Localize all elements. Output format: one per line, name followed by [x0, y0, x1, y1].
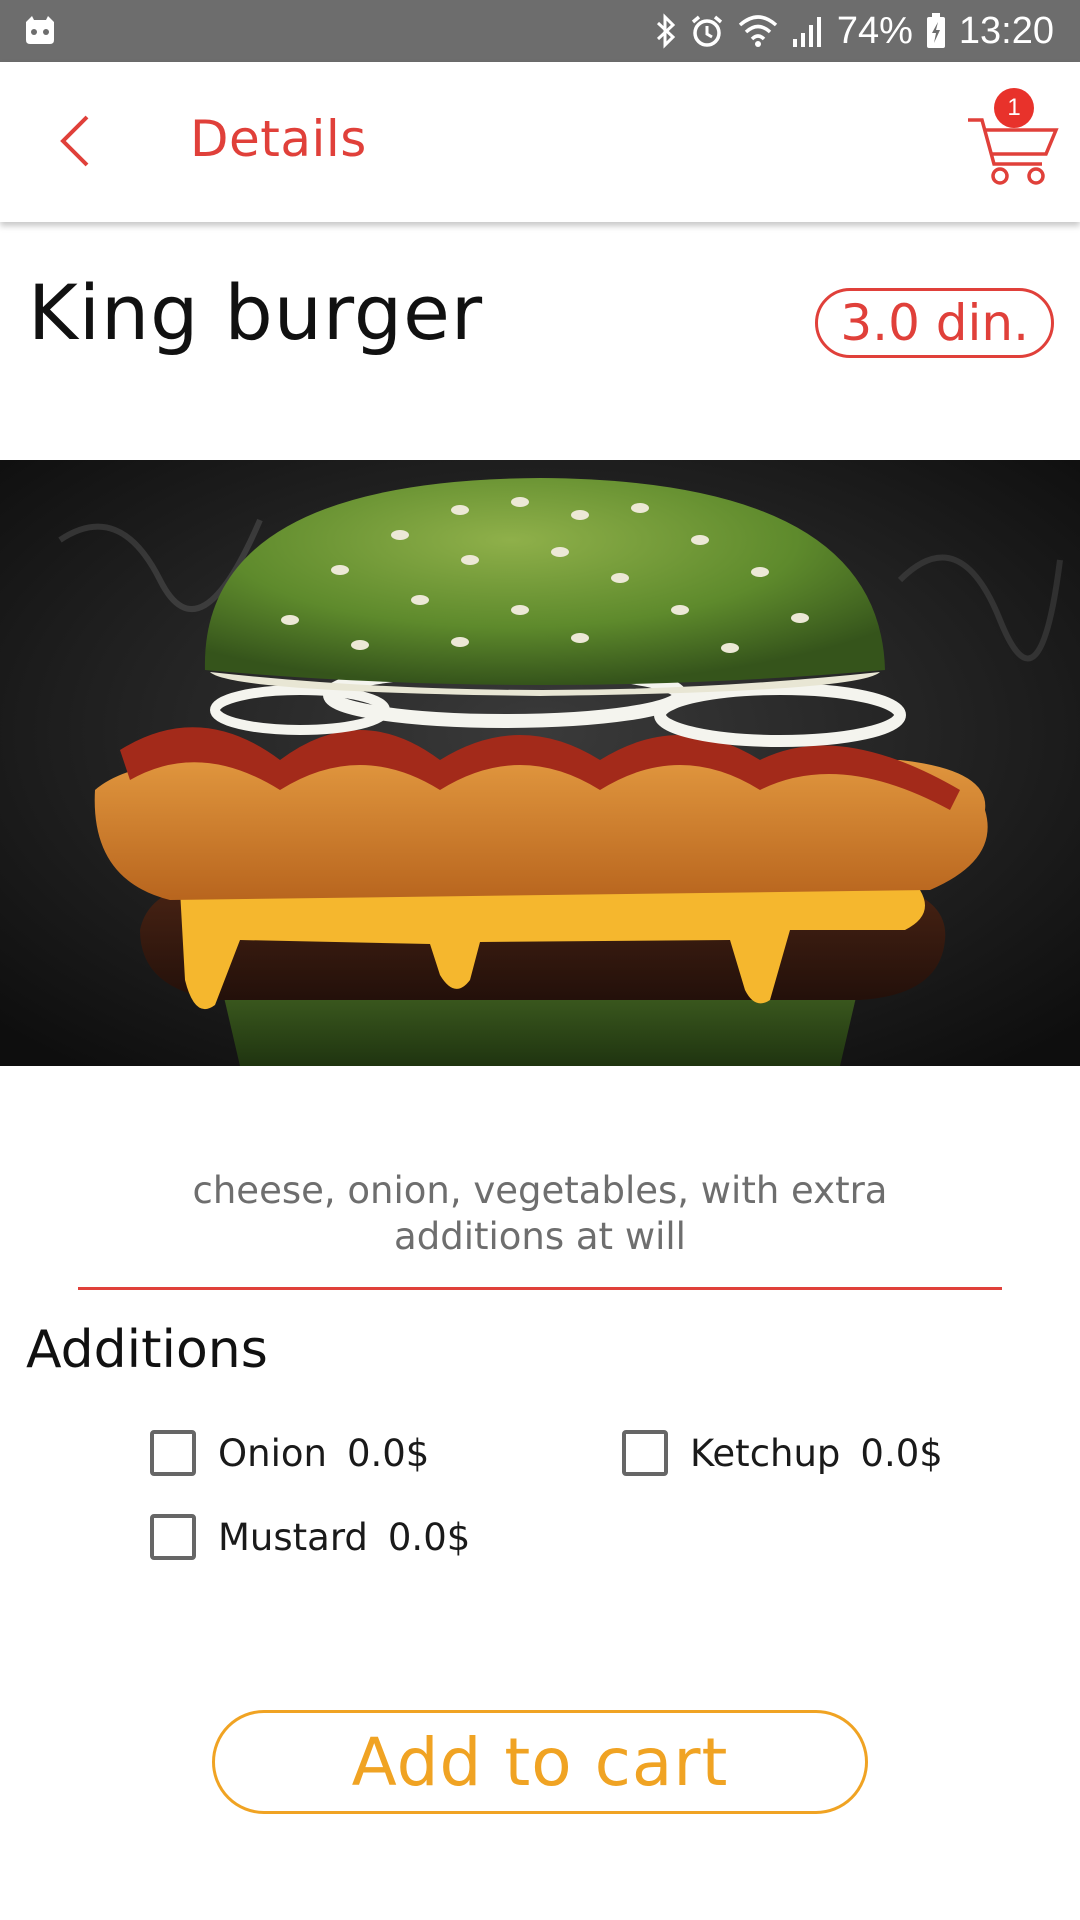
android-notification-icon	[26, 16, 54, 44]
addition-option-ketchup[interactable]: Ketchup 0.0$	[622, 1430, 943, 1476]
addition-label: Mustard	[218, 1515, 368, 1559]
addition-price: 0.0$	[346, 1431, 430, 1475]
price-badge: 3.0 din.	[815, 288, 1054, 358]
addition-label: Ketchup	[690, 1431, 841, 1475]
ketchup-checkbox[interactable]	[622, 1430, 668, 1476]
cart-button[interactable]: 1	[964, 86, 1060, 186]
addition-price: 0.0$	[860, 1431, 943, 1475]
wifi-icon	[738, 15, 778, 47]
product-image	[0, 460, 1080, 1066]
burger-photo	[0, 460, 1080, 1066]
divider	[78, 1287, 1002, 1290]
addition-option-mustard[interactable]: Mustard 0.0$	[150, 1514, 470, 1560]
product-description: cheese, onion, vegetables, with extra ad…	[192, 1169, 888, 1258]
page-title: Details	[190, 110, 367, 168]
signal-icon	[792, 17, 821, 47]
back-button[interactable]	[44, 106, 104, 176]
status-bar: 74% 13:20	[0, 0, 1080, 62]
product-name: King burger	[28, 268, 484, 357]
addition-price: 0.0$	[387, 1515, 471, 1559]
status-time: 13:20	[958, 9, 1054, 52]
cart-count-badge: 1	[994, 88, 1034, 128]
additions-title: Additions	[26, 1320, 268, 1380]
onion-checkbox[interactable]	[150, 1430, 196, 1476]
status-icons: 74% 13:20	[655, 8, 1054, 54]
battery-charging-icon	[926, 13, 945, 48]
addition-option-onion[interactable]: Onion 0.0$	[150, 1430, 429, 1476]
addition-label: Onion	[218, 1431, 327, 1475]
add-to-cart-button[interactable]: Add to cart	[212, 1710, 868, 1814]
alarm-icon	[691, 15, 722, 47]
bluetooth-icon	[656, 13, 676, 49]
battery-percent: 74%	[836, 9, 913, 52]
app-bar: Details 1	[0, 62, 1080, 222]
mustard-checkbox[interactable]	[150, 1514, 196, 1560]
chevron-left-icon	[60, 115, 89, 167]
